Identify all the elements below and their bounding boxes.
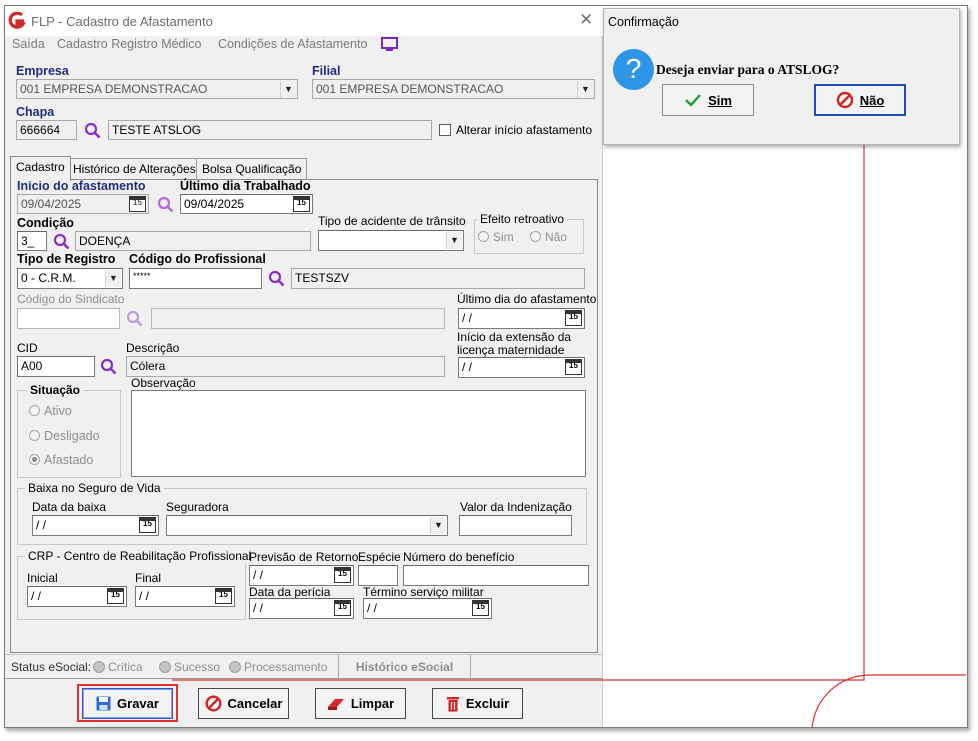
confirmation-dialog: Confirmação ? Deseja enviar para o ATSLO… [603, 8, 960, 145]
sim-button[interactable]: Sim [662, 84, 754, 116]
nao-label: Não [859, 92, 885, 108]
question-icon: ? [613, 49, 654, 90]
annotation-arc [811, 674, 966, 729]
dialog-message: Deseja enviar para o ATSLOG? [656, 62, 840, 77]
nao-button[interactable]: Não [814, 84, 906, 116]
dialog-title: Confirmação [608, 15, 679, 29]
cancel-icon [836, 91, 853, 109]
check-icon [685, 94, 701, 107]
tab-cadastro[interactable]: Cadastro [10, 156, 71, 181]
sim-label: Sim [708, 92, 732, 108]
dialog-title-bar: Confirmação [604, 9, 959, 34]
annotation-connector [172, 113, 865, 681]
